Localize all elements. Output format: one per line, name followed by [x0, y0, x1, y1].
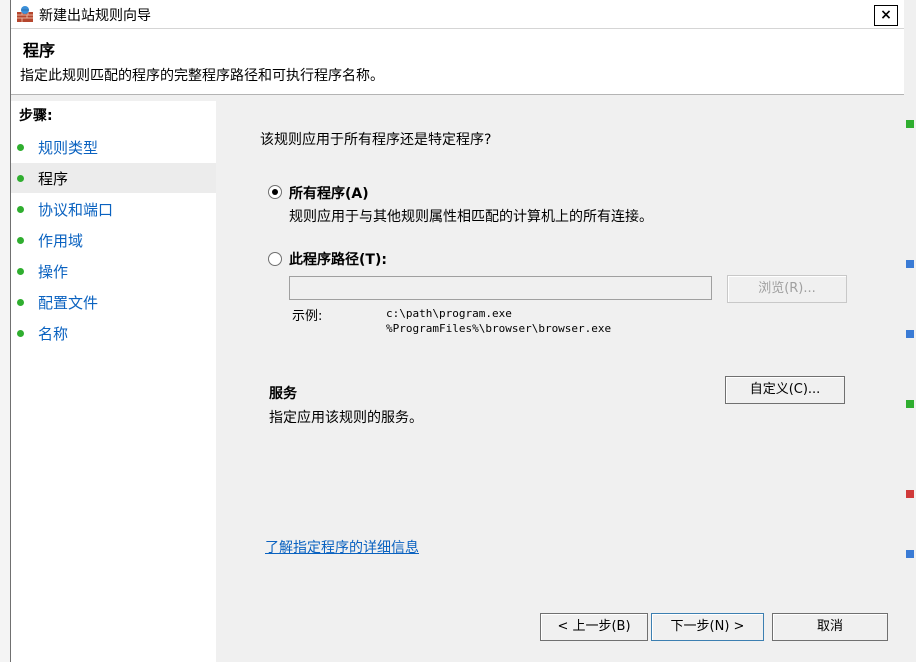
step-bullet-icon [17, 268, 24, 275]
step-bullet-icon [17, 299, 24, 306]
step-bullet-icon [17, 237, 24, 244]
step-rule-type[interactable]: 规则类型 [11, 132, 216, 162]
customize-button[interactable]: 自定义(C)... [725, 376, 845, 404]
main-panel: 该规则应用于所有程序还是特定程序? 所有程序(A) 规则应用于与其他规则属性相匹… [220, 101, 904, 662]
page-title: 程序 [23, 41, 56, 60]
step-scope[interactable]: 作用域 [11, 225, 216, 255]
step-label: 协议和端口 [38, 201, 114, 219]
close-button[interactable]: × [874, 5, 898, 26]
background-icon [906, 400, 914, 408]
step-label: 程序 [38, 170, 69, 188]
step-profile[interactable]: 配置文件 [11, 287, 216, 317]
wizard-dialog: 新建出站规则向导 × 程序 指定此规则匹配的程序的完整程序路径和可执行程序名称。… [10, 0, 904, 662]
page-description: 指定此规则匹配的程序的完整程序路径和可执行程序名称。 [20, 68, 384, 84]
all-programs-radio[interactable] [268, 185, 282, 199]
back-button[interactable]: < 上一步(B) [540, 613, 648, 641]
step-label: 名称 [38, 325, 69, 343]
firewall-icon [15, 4, 35, 24]
all-programs-label[interactable]: 所有程序(A) [289, 183, 369, 203]
step-name[interactable]: 名称 [11, 318, 216, 348]
step-bullet-icon [17, 330, 24, 337]
background-icon [906, 120, 914, 128]
learn-more-link[interactable]: 了解指定程序的详细信息 [265, 537, 419, 557]
background-icon [906, 260, 914, 268]
background-icon [906, 550, 914, 558]
steps-title: 步骤: [19, 108, 53, 124]
step-label: 配置文件 [38, 294, 99, 312]
step-bullet-icon [17, 144, 24, 151]
window-title: 新建出站规则向导 [39, 8, 151, 24]
example-label: 示例: [292, 309, 323, 324]
background-icon [906, 330, 914, 338]
next-button[interactable]: 下一步(N) > [651, 613, 764, 641]
background-window-right [903, 0, 916, 662]
step-protocol-ports[interactable]: 协议和端口 [11, 194, 216, 224]
step-label: 作用域 [38, 232, 84, 250]
program-path-label[interactable]: 此程序路径(T): [289, 249, 387, 269]
title-bar[interactable]: 新建出站规则向导 × [11, 0, 904, 29]
cancel-button[interactable]: 取消 [772, 613, 888, 641]
step-bullet-icon [17, 175, 24, 182]
step-bullet-icon [17, 206, 24, 213]
program-path-radio[interactable] [268, 252, 282, 266]
page-header: 程序 指定此规则匹配的程序的完整程序路径和可执行程序名称。 [11, 29, 904, 95]
browse-button[interactable]: 浏览(R)... [727, 275, 847, 303]
background-icon [906, 490, 914, 498]
step-action[interactable]: 操作 [11, 256, 216, 286]
services-description: 指定应用该规则的服务。 [269, 410, 423, 426]
example-paths: c:\path\program.exe %ProgramFiles%\brows… [386, 306, 611, 336]
step-label: 操作 [38, 263, 69, 281]
steps-panel: 步骤: 规则类型 程序 协议和端口 作用域 操作 配置文件 名称 [11, 101, 216, 662]
example-line-2: %ProgramFiles%\browser\browser.exe [386, 322, 612, 335]
question-text: 该规则应用于所有程序还是特定程序? [260, 132, 492, 148]
services-title: 服务 [269, 386, 297, 402]
step-label: 规则类型 [38, 139, 99, 157]
example-line-1: c:\path\program.exe [386, 307, 512, 320]
step-program[interactable]: 程序 [11, 163, 216, 193]
all-programs-description: 规则应用于与其他规则属性相匹配的计算机上的所有连接。 [289, 209, 653, 225]
program-path-input[interactable] [289, 276, 712, 300]
